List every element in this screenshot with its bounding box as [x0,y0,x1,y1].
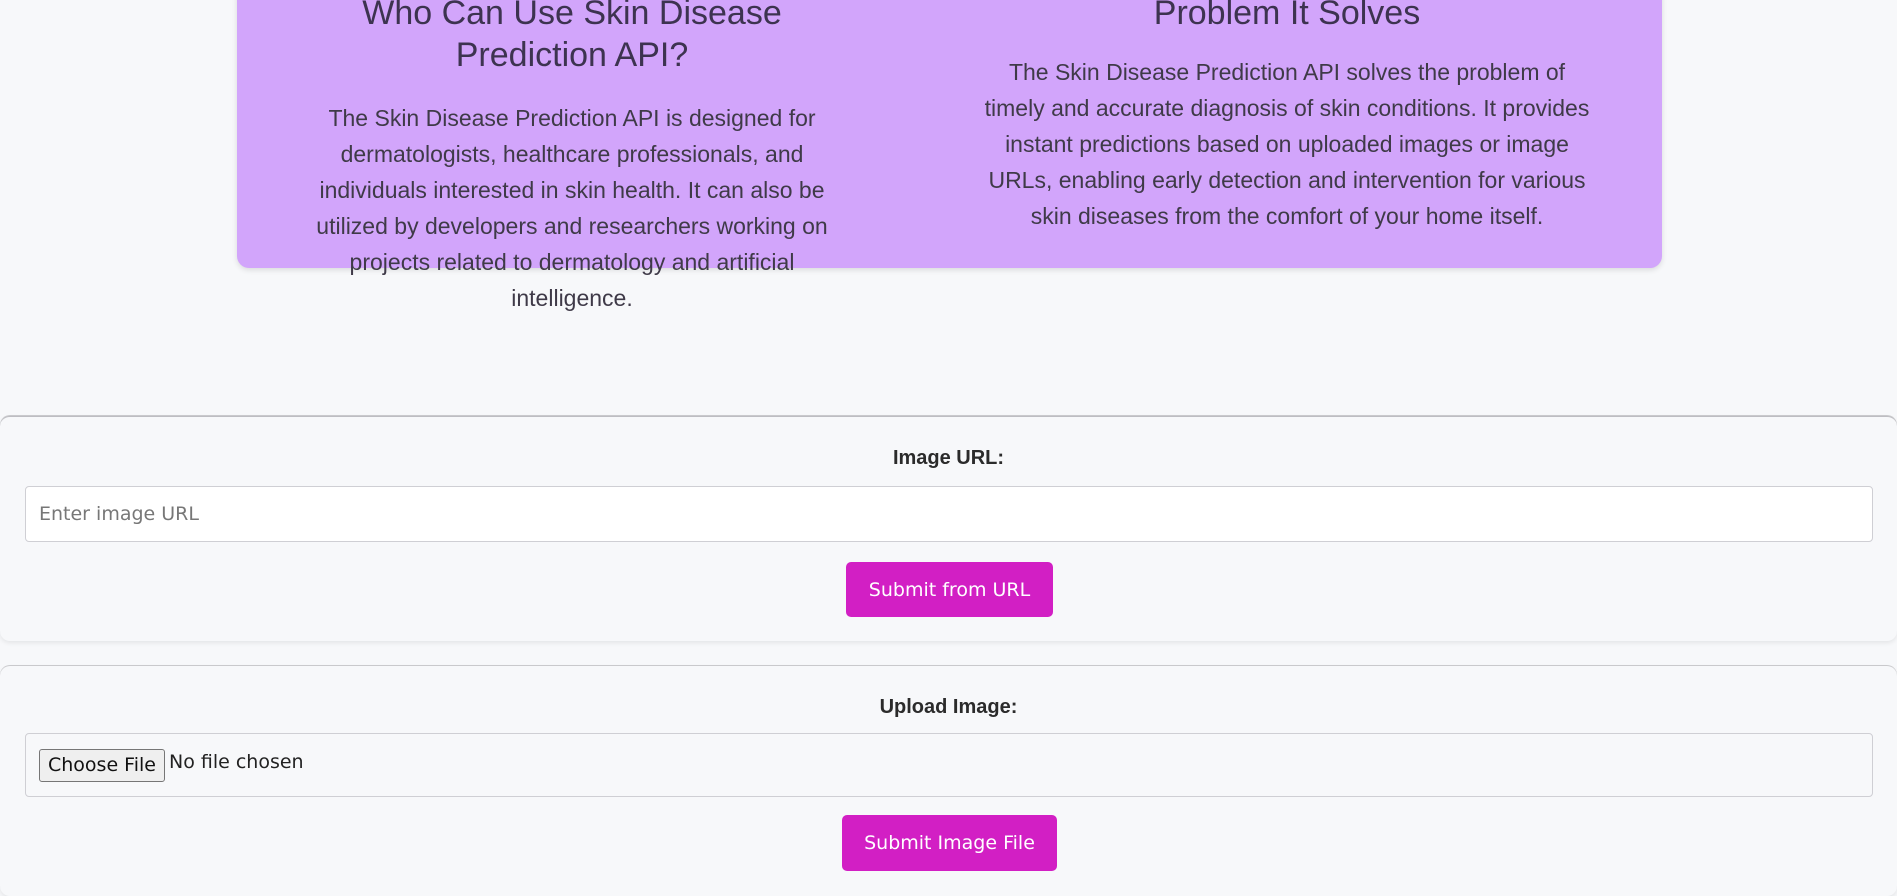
problem-solves-text: The Skin Disease Prediction API solves t… [984,59,1590,229]
info-card: Who Can Use Skin Disease Prediction API?… [237,0,1662,311]
image-url-input[interactable] [25,486,1873,542]
upload-image-label: Upload Image: [879,696,1018,718]
url-form: Image URL: Submit from URL [0,416,1897,641]
who-can-use-section: Who Can Use Skin Disease Prediction API?… [287,0,857,316]
submit-image-file-button[interactable]: Submit Image File [842,815,1057,871]
image-url-label: Image URL: [892,447,1005,469]
file-status-text: No file chosen [169,751,304,773]
who-can-use-text: The Skin Disease Prediction API is desig… [316,105,828,311]
file-input[interactable]: Choose File No file chosen [25,733,1873,797]
file-upload-form: Upload Image: Choose File No file chosen… [0,666,1897,896]
who-can-use-title: Who Can Use Skin Disease Prediction API? [362,0,782,74]
submit-from-url-button[interactable]: Submit from URL [846,562,1053,617]
problem-solves-section: Problem It Solves The Skin Disease Predi… [977,0,1597,234]
problem-solves-title: Problem It Solves [1153,0,1421,32]
choose-file-button[interactable]: Choose File [39,749,165,782]
